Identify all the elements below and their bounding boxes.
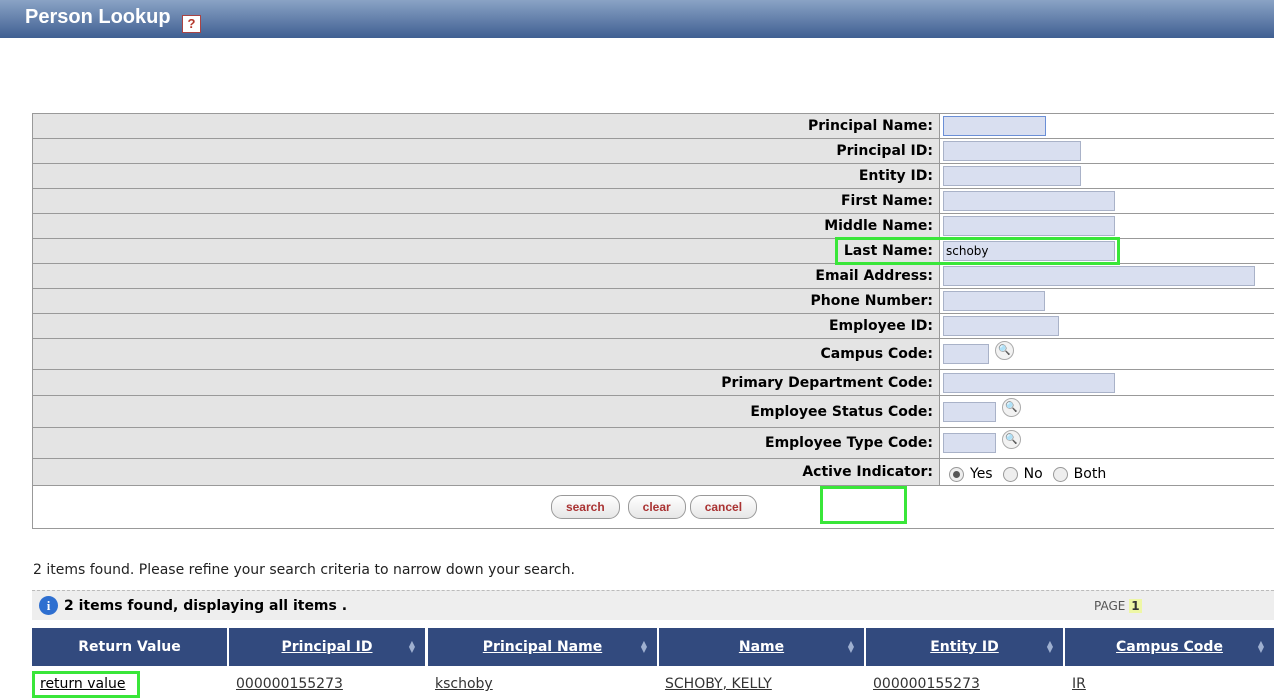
col-campus-code-label[interactable]: Campus Code [1116, 639, 1223, 655]
campus-lookup-icon[interactable]: 🔍 [995, 340, 1014, 360]
results-banner: i 2 items found, displaying all items . … [32, 590, 1274, 620]
row-middle-name: Middle Name: [33, 214, 1274, 239]
col-principal-name[interactable]: Principal Name ▲ ▼ [428, 628, 657, 666]
sort-icon: ▲ ▼ [408, 639, 415, 654]
row-entity-id: Entity ID: [33, 164, 1274, 189]
middle-name-input[interactable] [943, 216, 1115, 236]
active-yes-label: Yes [970, 466, 993, 482]
col-return-value: Return Value [32, 628, 227, 666]
row-employee-type: Employee Type Code: 🔍 [33, 428, 1274, 459]
info-icon: i [39, 596, 58, 615]
email-input[interactable] [943, 266, 1255, 286]
page-number[interactable]: 1 [1129, 599, 1142, 613]
page-label: PAGE [1094, 599, 1126, 613]
status-lookup-icon[interactable]: 🔍 [1002, 398, 1021, 417]
row-email: Email Address: [33, 264, 1274, 289]
results-banner-text: 2 items found, displaying all items . [64, 598, 348, 614]
row-first-name: First Name: [33, 189, 1274, 214]
campus-code-link[interactable]: IR [1072, 676, 1086, 692]
row-employee-status: Employee Status Code: 🔍 [33, 396, 1274, 428]
row-primary-dept: Primary Department Code: [33, 370, 1274, 396]
campus-code-input[interactable] [943, 344, 989, 364]
col-entity-id-label[interactable]: Entity ID [930, 639, 999, 655]
active-no-label: No [1023, 466, 1043, 482]
page-title: Person Lookup [25, 6, 171, 28]
employee-status-label: Employee Status Code: [33, 396, 940, 427]
primary-dept-label: Primary Department Code: [33, 370, 940, 395]
return-value-link[interactable]: return value [40, 676, 126, 692]
sort-icon: ▲ ▼ [1046, 639, 1053, 654]
email-label: Email Address: [33, 264, 940, 288]
phone-input[interactable] [943, 291, 1045, 311]
entity-id-link[interactable]: 000000155273 [873, 676, 980, 692]
clear-button[interactable]: clear [627, 495, 686, 519]
employee-type-label: Employee Type Code: [33, 428, 940, 458]
employee-type-input[interactable] [943, 433, 996, 453]
first-name-label: First Name: [33, 189, 940, 213]
employee-id-input[interactable] [943, 316, 1059, 336]
name-link[interactable]: SCHOBY, KELLY [665, 676, 772, 692]
phone-label: Phone Number: [33, 289, 940, 313]
col-principal-id[interactable]: Principal ID ▲ ▼ [229, 628, 425, 666]
campus-code-label: Campus Code: [33, 339, 940, 369]
results-message: 2 items found. Please refine your search… [33, 562, 575, 578]
last-name-label: Last Name: [33, 239, 940, 263]
col-return-value-label: Return Value [78, 639, 181, 655]
row-principal-name: Principal Name: [33, 114, 1274, 139]
principal-name-input[interactable] [943, 116, 1046, 136]
sort-icon: ▲ ▼ [1257, 639, 1264, 654]
search-button[interactable]: search [550, 495, 620, 519]
help-icon[interactable]: ? [182, 15, 201, 33]
principal-name-label: Principal Name: [33, 114, 940, 138]
col-entity-id[interactable]: Entity ID ▲ ▼ [866, 628, 1063, 666]
col-name[interactable]: Name ▲ ▼ [659, 628, 864, 666]
entity-id-input[interactable] [943, 166, 1081, 186]
col-campus-code[interactable]: Campus Code ▲ ▼ [1065, 628, 1274, 666]
entity-id-label: Entity ID: [33, 164, 940, 188]
last-name-highlight [835, 237, 1120, 265]
employee-id-label: Employee ID: [33, 314, 940, 338]
principal-id-input[interactable] [943, 141, 1081, 161]
principal-name-link[interactable]: kschoby [435, 676, 493, 692]
row-campus-code: Campus Code: 🔍 [33, 339, 1274, 370]
active-yes-radio[interactable] [949, 466, 964, 482]
col-principal-id-label[interactable]: Principal ID [282, 639, 373, 655]
sort-icon: ▲ ▼ [847, 639, 854, 654]
type-lookup-icon[interactable]: 🔍 [1002, 429, 1021, 449]
page-indicator: PAGE 1 [1094, 599, 1142, 613]
search-highlight [820, 486, 907, 524]
col-name-label[interactable]: Name [739, 639, 784, 655]
search-form: Principal Name: Principal ID: Entity ID:… [32, 113, 1274, 529]
col-principal-name-label[interactable]: Principal Name [483, 639, 602, 655]
principal-id-label: Principal ID: [33, 139, 940, 163]
row-active-indicator: Active Indicator: Yes No Both [33, 459, 1274, 486]
row-phone: Phone Number: [33, 289, 1274, 314]
active-indicator-label: Active Indicator: [33, 459, 940, 485]
middle-name-label: Middle Name: [33, 214, 940, 238]
cancel-button[interactable]: cancel [689, 495, 758, 519]
active-no-radio[interactable] [1002, 466, 1018, 482]
title-bar: Person Lookup ? [0, 0, 1274, 38]
row-employee-id: Employee ID: [33, 314, 1274, 339]
sort-icon: ▲ ▼ [640, 639, 647, 654]
active-both-label: Both [1073, 466, 1107, 482]
active-both-radio[interactable] [1052, 466, 1068, 482]
first-name-input[interactable] [943, 191, 1115, 211]
button-row: search clear cancel [33, 486, 1274, 528]
row-principal-id: Principal ID: [33, 139, 1274, 164]
principal-id-link[interactable]: 000000155273 [236, 676, 343, 692]
employee-status-input[interactable] [943, 401, 996, 422]
primary-dept-input[interactable] [943, 372, 1115, 393]
